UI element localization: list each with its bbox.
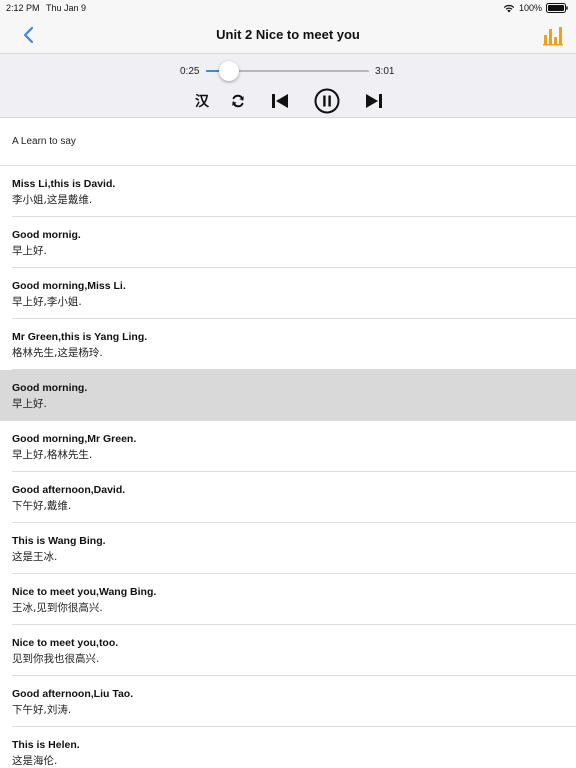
chinese-translation: 下午好,刘涛. [12,704,72,716]
list-item[interactable]: This is Wang Bing. 这是王冰. [0,523,576,574]
list-item[interactable]: Nice to meet you,Wang Bing. 王冰,见到你很高兴. [0,574,576,625]
chinese-translation: 这是海伦. [12,755,58,767]
list-item[interactable]: Nice to meet you,too. 见到你我也很高兴. [0,625,576,676]
pause-button[interactable] [314,88,340,114]
previous-button[interactable] [270,91,290,111]
status-date: Thu Jan 9 [46,3,87,13]
chinese-translation: 见到你我也很高兴. [12,653,100,665]
chinese-translation: 早上好,格林先生. [12,449,93,461]
english-sentence: Mr Green,this is Yang Ling. [12,331,148,343]
chinese-translation: 早上好,李小姐. [12,296,82,308]
wifi-icon [503,4,515,12]
list-item[interactable]: Good morning,Miss Li. 早上好,李小姐. [0,268,576,319]
list-item[interactable]: Good mornig. 早上好. [0,217,576,268]
english-sentence: Good morning,Miss Li. [12,280,126,292]
status-time: 2:12 PM [6,3,40,13]
bar-chart-icon[interactable] [542,24,564,46]
status-right: 100% [503,3,568,13]
pause-icon [314,88,340,114]
progress-slider[interactable] [206,61,369,81]
english-sentence: Good morning,Mr Green. [12,433,137,445]
sentence-list: A Learn to say Miss Li,this is David. 李小姐… [0,118,576,768]
chinese-translation: 这是王冰. [12,551,58,563]
list-item[interactable]: Mr Green,this is Yang Ling. 格林先生,这是杨玲. [0,319,576,370]
english-sentence: Miss Li,this is David. [12,178,116,190]
list-item[interactable]: Good morning. 早上好. [0,370,576,421]
next-button[interactable] [364,91,384,111]
repeat-button[interactable] [229,91,247,111]
chinese-translation: 格林先生,这是杨玲. [12,347,103,359]
total-time: 3:01 [375,66,395,77]
english-sentence: Good afternoon,David. [12,484,126,496]
battery-percent: 100% [518,3,542,13]
chinese-translation: 早上好. [12,398,47,410]
skip-back-icon [272,94,288,108]
english-sentence: Good mornig. [12,229,81,241]
english-sentence: This is Wang Bing. [12,535,106,547]
section-header: A Learn to say [0,118,576,166]
list-item[interactable]: Miss Li,this is David. 李小姐,这是戴维. [0,166,576,217]
chinese-translation: 下午好,戴维. [12,500,72,512]
chinese-translation: 王冰,见到你很高兴. [12,602,103,614]
chinese-translation: 早上好. [12,245,47,257]
audio-player: 0:25 3:01 汉 [0,54,576,118]
sentence-rows: Miss Li,this is David. 李小姐,这是戴维. Good morn… [0,166,576,768]
list-item[interactable]: Good morning,Mr Green. 早上好,格林先生. [0,421,576,472]
english-sentence: Nice to meet you,too. [12,637,119,649]
skip-forward-icon [366,94,382,108]
english-sentence: Good afternoon,Liu Tao. [12,688,134,700]
repeat-icon [232,94,244,108]
chinese-translation: 李小姐,这是戴维. [12,194,93,206]
page-title: Unit 2 Nice to meet you [216,27,360,42]
slider-thumb[interactable] [218,61,239,81]
battery-icon [546,3,568,13]
list-item[interactable]: Good afternoon,Liu Tao. 下午好,刘涛. [0,676,576,727]
list-item[interactable]: This is Helen. 这是海伦. [0,727,576,768]
chinese-toggle-button[interactable]: 汉 [192,91,212,111]
status-bar: 2:12 PM Thu Jan 9 100% [0,0,576,16]
english-sentence: Good morning. [12,382,88,394]
current-time: 0:25 [180,66,200,77]
english-sentence: Nice to meet you,Wang Bing. [12,586,157,598]
list-item[interactable]: Good afternoon,David. 下午好,戴维. [0,472,576,523]
english-sentence: This is Helen. [12,739,80,751]
nav-bar: Unit 2 Nice to meet you [0,16,576,54]
